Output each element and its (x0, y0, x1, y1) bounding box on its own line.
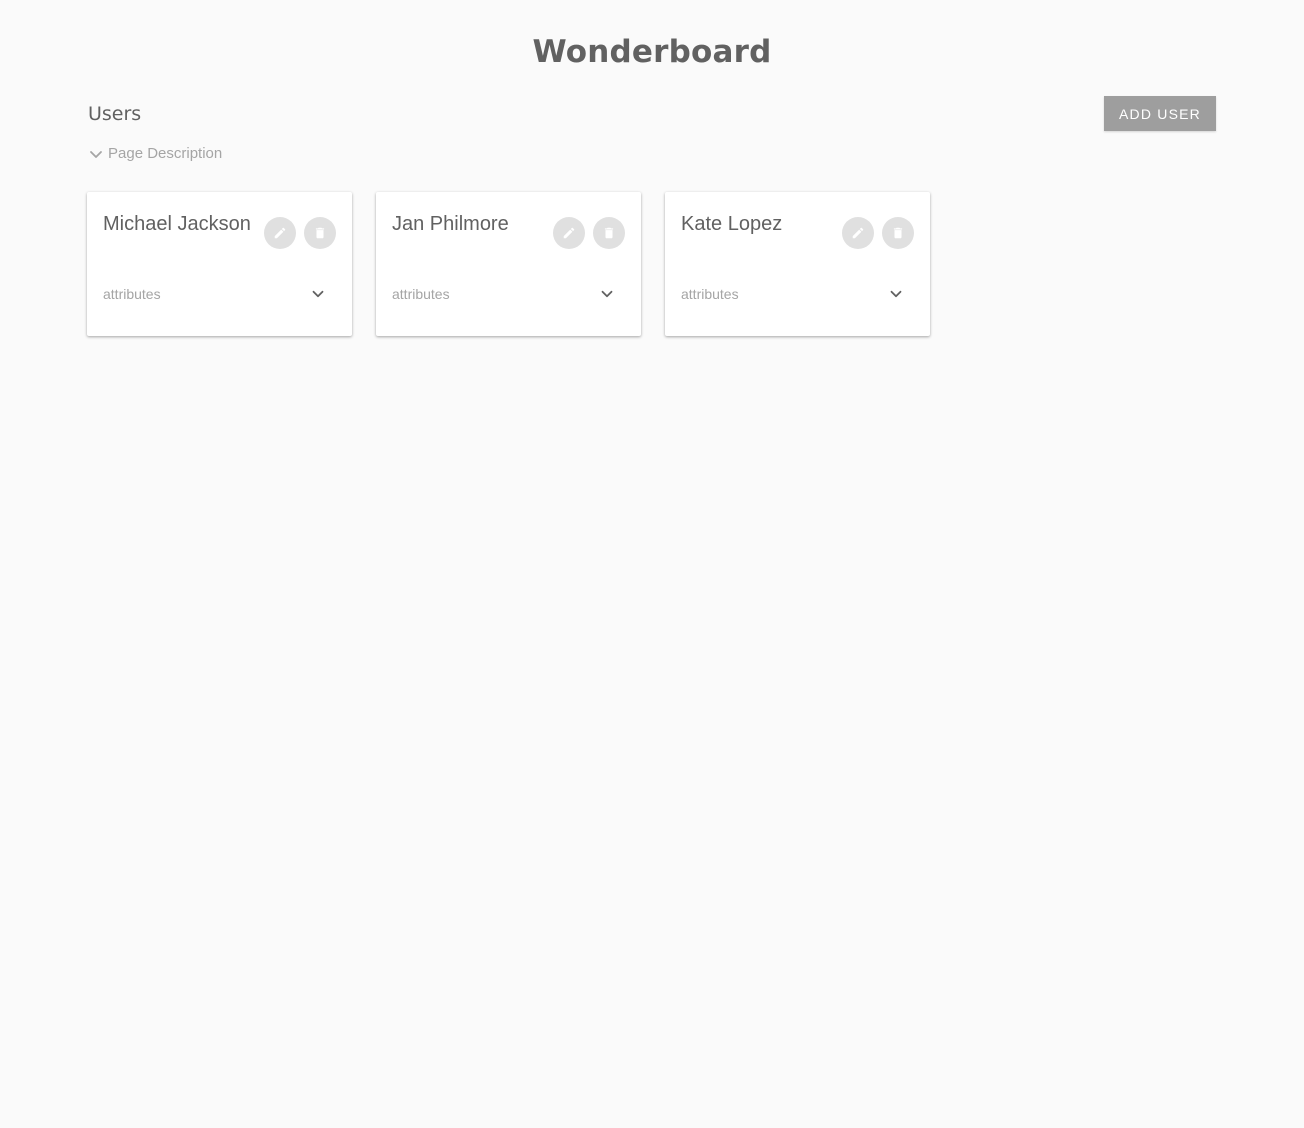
delete-user-button[interactable] (304, 217, 336, 249)
chevron-down-icon (890, 290, 902, 298)
trash-icon (604, 227, 614, 239)
trash-icon (315, 227, 325, 239)
chevron-down-icon (312, 290, 324, 298)
page-description-label: Page Description (108, 145, 223, 162)
pencil-icon (852, 227, 864, 239)
user-name: Jan Philmore (392, 213, 509, 235)
attributes-label: attributes (681, 286, 739, 302)
delete-user-button[interactable] (882, 217, 914, 249)
attributes-label: attributes (392, 286, 450, 302)
user-name: Kate Lopez (681, 213, 783, 235)
user-card: Michael Jackson attributes (87, 192, 352, 336)
chevron-down-icon (90, 150, 102, 158)
user-name: Michael Jackson (103, 213, 251, 235)
attributes-expander[interactable]: attributes (103, 280, 327, 308)
edit-user-button[interactable] (842, 217, 874, 249)
chevron-down-icon (601, 290, 613, 298)
section-title: Users (88, 103, 142, 125)
pencil-icon (563, 227, 575, 239)
app-title: Wonderboard (532, 34, 772, 70)
trash-icon (893, 227, 903, 239)
pencil-icon (274, 227, 286, 239)
page-description-toggle[interactable]: Page Description (88, 145, 222, 162)
edit-user-button[interactable] (553, 217, 585, 249)
edit-user-button[interactable] (264, 217, 296, 249)
attributes-expander[interactable]: attributes (392, 280, 616, 308)
delete-user-button[interactable] (593, 217, 625, 249)
user-card-list: Michael Jackson attributes Jan Philmore (87, 192, 930, 336)
attributes-expander[interactable]: attributes (681, 280, 905, 308)
add-user-button[interactable]: ADD USER (1104, 96, 1216, 131)
attributes-label: attributes (103, 286, 161, 302)
user-card: Kate Lopez attributes (665, 192, 930, 336)
user-card: Jan Philmore attributes (376, 192, 641, 336)
users-section: Users ADD USER Page Description Michael … (72, 81, 1232, 363)
